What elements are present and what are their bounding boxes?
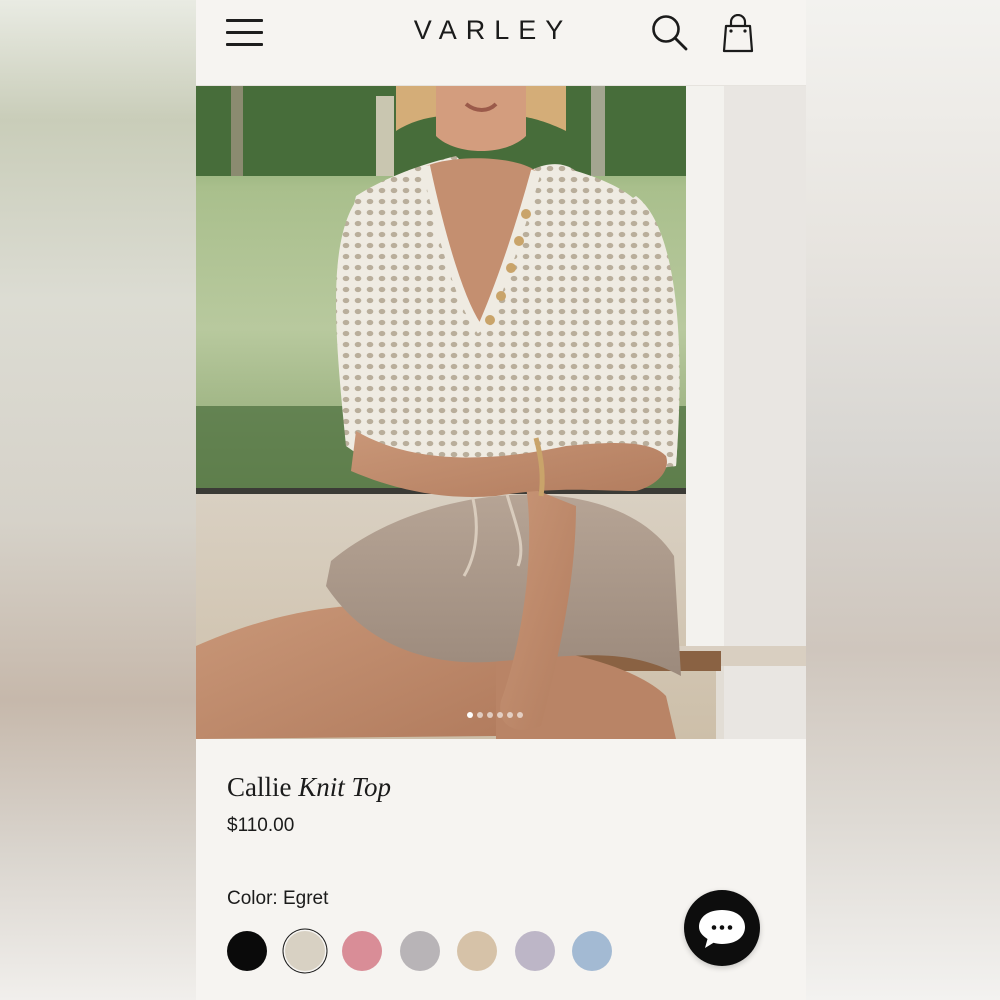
product-title-name: Callie bbox=[227, 772, 292, 802]
search-button[interactable] bbox=[651, 14, 689, 52]
carousel-dot[interactable] bbox=[477, 712, 483, 718]
product-price: $110.00 bbox=[227, 815, 295, 836]
background-blur-left bbox=[0, 0, 196, 1000]
product-info: Callie Knit Top $110.00 Color: Egret bbox=[196, 739, 806, 1000]
color-swatch[interactable] bbox=[572, 931, 612, 971]
selected-color-label: Color: Egret bbox=[227, 888, 329, 909]
shopping-bag-icon bbox=[722, 13, 754, 53]
brand-logo[interactable]: VARLEY bbox=[408, 13, 578, 47]
cart-button[interactable] bbox=[721, 13, 755, 54]
product-image-carousel[interactable] bbox=[196, 86, 806, 739]
product-photo bbox=[196, 86, 806, 739]
hamburger-menu-icon bbox=[226, 19, 263, 22]
color-swatch[interactable] bbox=[284, 931, 325, 971]
chat-button[interactable] bbox=[684, 890, 760, 966]
product-title-style: Knit Top bbox=[298, 772, 392, 802]
search-icon bbox=[652, 15, 688, 51]
product-title: Callie Knit Top bbox=[227, 772, 391, 808]
color-swatch[interactable] bbox=[457, 931, 497, 971]
carousel-pagination bbox=[467, 712, 523, 720]
color-swatch[interactable] bbox=[514, 931, 555, 971]
chat-bubble-icon bbox=[699, 910, 745, 948]
menu-button[interactable] bbox=[226, 16, 266, 50]
color-swatch[interactable] bbox=[399, 931, 440, 971]
color-swatch[interactable] bbox=[227, 931, 267, 971]
carousel-dot[interactable] bbox=[467, 712, 473, 718]
site-header: VARLEY bbox=[196, 0, 806, 86]
carousel-dot[interactable] bbox=[497, 712, 503, 718]
background-blur-right bbox=[806, 0, 1000, 1000]
carousel-dot[interactable] bbox=[487, 712, 493, 718]
carousel-dot[interactable] bbox=[507, 712, 513, 718]
color-swatch[interactable] bbox=[342, 931, 382, 971]
mobile-page: VARLEY Callie Knit Top $110.00 Color: Eg… bbox=[196, 0, 806, 1000]
carousel-dot[interactable] bbox=[517, 712, 523, 718]
